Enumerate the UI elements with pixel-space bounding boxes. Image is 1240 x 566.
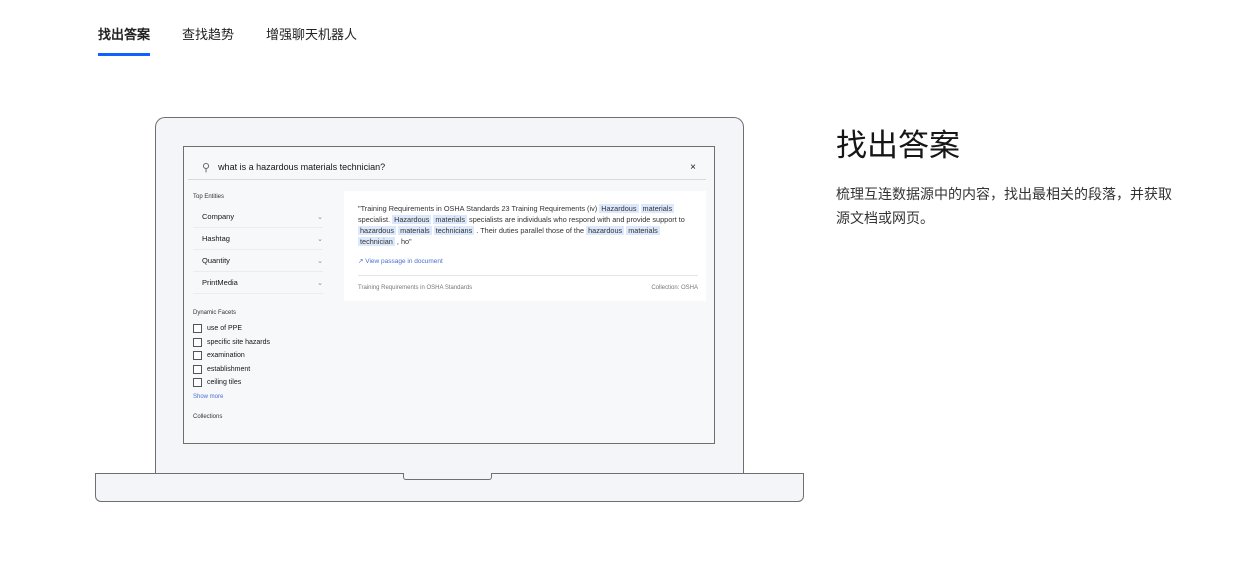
chevron-down-icon: ⌄ [317,235,323,243]
tab-find-answers[interactable]: 找出答案 [98,24,151,56]
facet-label: examination [207,352,245,360]
facet-label: ceiling tiles [207,379,242,387]
facet-checkbox: establishment [193,363,323,377]
result-collection: Collection: OSHA [651,285,698,291]
facet-checkbox: specific site hazards [193,336,323,350]
facet-label: use of PPE [207,325,243,333]
feature-description: 梳理互连数据源中的内容，找出最相关的段落，并获取源文档或网页。 [836,187,1172,227]
passage-text: . Their duties parallel those of the [474,226,587,235]
search-bar: ⚲ what is a hazardous materials technici… [188,155,706,180]
passage-text: "Training Requirements in OSHA Standards… [358,204,600,213]
app-screenshot: ⚲ what is a hazardous materials technici… [183,146,715,444]
entity-label: Company [202,212,235,221]
checkbox-icon [193,337,202,347]
external-link-icon: ↗ [358,258,364,265]
collections-title: Collections [193,413,223,420]
highlighted-term: hazardous [586,226,625,235]
entity-label: PrintMedia [202,278,238,287]
top-entities-title: Top Entities [193,194,225,200]
facet-checkbox: ceiling tiles [193,376,323,390]
checkbox-icon [193,378,202,388]
tab-enhance-chatbot[interactable]: 增强聊天机器人 [266,24,357,56]
result-card: "Training Requirements in OSHA Standards… [344,191,706,301]
view-passage-label: View passage in document [365,258,443,265]
highlighted-term: technicians [433,226,475,235]
entity-label: Quantity [202,256,230,265]
chevron-down-icon: ⌄ [317,213,323,221]
facet-checkbox: use of PPE [193,322,323,336]
checkbox-icon [193,364,202,374]
highlighted-term: hazardous [358,226,397,235]
highlighted-term: technician [358,237,395,246]
chevron-down-icon: ⌄ [317,257,323,265]
passage-text: specialists are individuals who respond … [467,215,685,224]
view-passage-link: ↗ View passage in document [358,257,443,265]
passage-text: specialist. [358,215,393,224]
result-passage: "Training Requirements in OSHA Standards… [358,203,688,247]
highlighted-term: materials [626,226,660,235]
entity-dropdown: Quantity ⌄ [193,250,323,272]
close-icon: × [690,161,696,173]
tab-bar: 找出答案 查找趋势 增强聊天机器人 [98,24,357,56]
show-more-link: Show more [193,393,224,400]
dynamic-facets-title: Dynamic Facets [193,310,237,316]
facet-label: establishment [207,365,251,373]
checkbox-icon [193,351,202,361]
highlighted-term: materials [640,204,675,213]
facet-label: specific site hazards [207,338,271,346]
entity-dropdown: Hashtag ⌄ [193,228,323,250]
entity-dropdown: Company ⌄ [193,206,323,228]
highlighted-term: Hazardous [599,204,639,213]
highlighted-term: materials [398,226,432,235]
result-footer: Training Requirements in OSHA Standards … [358,275,698,291]
highlighted-term: materials [433,215,468,224]
highlighted-term: Hazardous [392,215,432,224]
result-document: Training Requirements in OSHA Standards [358,285,473,291]
chevron-down-icon: ⌄ [317,279,323,287]
entity-label: Hashtag [202,234,230,243]
search-input: what is a hazardous materials technician… [218,162,386,172]
tab-find-trends[interactable]: 查找趋势 [182,24,234,56]
facet-checkbox: examination [193,349,323,363]
search-icon: ⚲ [202,161,211,174]
checkbox-icon [193,324,202,334]
facet-sidebar: Top Entities Company ⌄ Hashtag ⌄ Quantity ⌄ Pr… [193,194,323,426]
laptop-notch [403,473,492,480]
passage-text: , ho" [394,237,412,246]
feature-title: 找出答案 [836,128,960,164]
entity-dropdown: PrintMedia ⌄ [193,272,323,294]
